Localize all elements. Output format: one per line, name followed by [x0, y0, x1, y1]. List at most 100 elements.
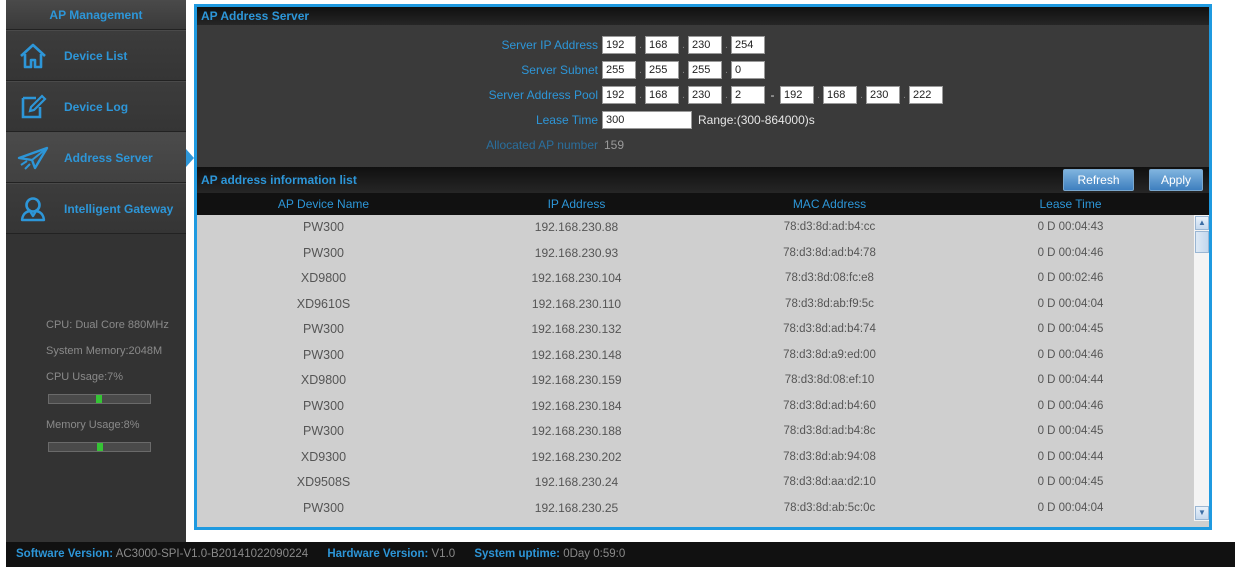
allocated-row: Allocated AP number 159 [197, 135, 624, 155]
ip-dot: . [682, 89, 685, 101]
table-row[interactable]: PW300 192.168.230.88 78:d3:8d:ad:b4:cc 0 D … [197, 215, 1209, 241]
cell-mac-address: 78:d3:8d:ad:b4:74 [783, 323, 876, 335]
lease-time-input[interactable]: 300 [602, 111, 692, 129]
cell-ip-address: 192.168.230.110 [531, 296, 622, 311]
system-stats: CPU: Dual Core 880MHz System Memory:2048… [6, 312, 186, 460]
cell-lease-time: 0 D 00:04:45 [1037, 323, 1104, 335]
cell-ip-address: 192.168.230.24 [534, 475, 619, 489]
cpu-usage-meter [48, 394, 151, 404]
table-row[interactable]: XD9300 192.168.230.202 78:d3:8d:ab:94:08 0 … [197, 445, 1209, 471]
table-row[interactable]: PW300 192.168.230.184 78:d3:8d:ad:b4:60 0 D… [197, 394, 1209, 420]
active-indicator-arrow [186, 149, 194, 167]
server-ip-row: Server IP Address 192. 168. 230. 254 [197, 35, 765, 55]
table-scrollbar[interactable]: ▲ ▼ [1193, 215, 1209, 521]
pool-start-octet-1[interactable]: 192 [602, 86, 636, 104]
pool-start-octet-2[interactable]: 168 [645, 86, 679, 104]
lease-range-hint: Range:(300-864000)s [698, 113, 815, 127]
cell-ip-address: 192.168.230.202 [531, 449, 622, 464]
pool-end-octet-1[interactable]: 192 [780, 86, 814, 104]
table-row[interactable]: XD9508S 192.168.230.24 78:d3:8d:aa:d2:10 0 … [197, 470, 1209, 496]
memory-usage-meter [48, 442, 151, 452]
sidebar-title: AP Management [6, 0, 186, 30]
server-subnet-row: Server Subnet 255. 255. 255. 0 [197, 60, 765, 80]
sidebar-item-address-server[interactable]: Address Server [6, 132, 194, 183]
table-row[interactable]: XD9800 192.168.230.159 78:d3:8d:08:ef:10 0 … [197, 368, 1209, 394]
lease-time-label: Lease Time [535, 113, 598, 127]
list-header-bar: AP address information list Refresh Appl… [197, 167, 1209, 193]
allocated-label: Allocated AP number [486, 138, 598, 152]
refresh-button[interactable]: Refresh [1063, 169, 1134, 191]
hardware-version-label: Hardware Version: [327, 548, 429, 560]
cell-ip-address: 192.168.230.132 [531, 322, 622, 336]
table-header: AP Device Name IP Address MAC Address Le… [197, 193, 1209, 215]
subnet-octet-4[interactable]: 0 [731, 61, 765, 79]
column-header-device-name[interactable]: AP Device Name [197, 193, 450, 215]
server-ip-label: Server IP Address [501, 38, 599, 52]
table-row[interactable]: PW300 192.168.230.188 78:d3:8d:ad:b4:8c 0 D… [197, 419, 1209, 445]
ip-dot: . [725, 39, 728, 51]
subnet-octet-2[interactable]: 255 [645, 61, 679, 79]
subnet-octet-1[interactable]: 255 [602, 61, 636, 79]
server-settings-form: Server IP Address 192. 168. 230. 254 Ser… [197, 25, 1209, 167]
pool-end-octet-4[interactable]: 222 [909, 86, 943, 104]
edit-icon [12, 87, 54, 127]
cpu-usage-label: CPU Usage:7% [46, 371, 124, 383]
cell-mac-address: 78:d3:8d:ad:b4:78 [783, 246, 876, 259]
table-row[interactable]: XD9800 192.168.230.104 78:d3:8d:08:fc:e8 0 … [197, 266, 1209, 292]
cell-mac-address: 78:d3:8d:aa:d2:10 [783, 476, 876, 488]
home-icon [12, 36, 54, 76]
sidebar-item-device-list[interactable]: Device List [6, 30, 186, 81]
pool-start-octet-3[interactable]: 230 [688, 86, 722, 104]
status-bar: Software Version: AC3000-SPI-V1.0-B20141… [6, 542, 1235, 567]
server-ip-octet-1[interactable]: 192 [602, 36, 636, 54]
cell-ip-address: 192.168.230.93 [534, 245, 619, 260]
ip-dot: . [817, 89, 820, 101]
scroll-down-button[interactable]: ▼ [1195, 506, 1209, 520]
scroll-up-button[interactable]: ▲ [1195, 216, 1209, 230]
ap-table-rows: PW300 192.168.230.88 78:d3:8d:ad:b4:cc 0 D … [197, 215, 1209, 521]
cell-mac-address: 78:d3:8d:ad:b4:8c [783, 425, 876, 437]
ip-dot: . [639, 39, 642, 51]
cell-lease-time: 0 D 00:04:04 [1037, 501, 1104, 514]
server-ip-octet-2[interactable]: 168 [645, 36, 679, 54]
cell-ip-address: 192.168.230.88 [534, 220, 619, 234]
sidebar-item-device-log[interactable]: Device Log [6, 81, 186, 132]
server-ip-octet-4[interactable]: 254 [731, 36, 765, 54]
apply-button[interactable]: Apply [1149, 169, 1203, 191]
cpu-usage-fill [96, 395, 102, 403]
user-icon [12, 189, 54, 229]
pool-separator: - [770, 88, 775, 102]
cell-device-name: PW300 [303, 398, 344, 413]
table-row[interactable]: PW300 192.168.230.93 78:d3:8d:ad:b4:78 0 D … [197, 241, 1209, 267]
address-pool-label: Server Address Pool [488, 88, 598, 102]
pool-start-octet-4[interactable]: 2 [731, 86, 765, 104]
lease-time-row: Lease Time 300 Range:(300-864000)s [197, 110, 815, 130]
cell-lease-time: 0 D 00:04:44 [1037, 374, 1104, 386]
cpu-info: CPU: Dual Core 880MHz [46, 319, 169, 331]
cell-lease-time: 0 D 00:02:46 [1037, 272, 1104, 284]
ip-dot: . [682, 39, 685, 51]
pool-end-octet-3[interactable]: 230 [866, 86, 900, 104]
column-header-mac[interactable]: MAC Address [703, 193, 956, 215]
cell-mac-address: 78:d3:8d:ab:f9:5c [785, 297, 874, 310]
uptime-label: System uptime: [474, 548, 560, 560]
cell-device-name: PW300 [303, 245, 344, 260]
table-row[interactable]: XD9610S 192.168.230.110 78:d3:8d:ab:f9:5c 0… [197, 292, 1209, 318]
ip-dot: . [639, 64, 642, 76]
server-ip-octet-3[interactable]: 230 [688, 36, 722, 54]
table-row[interactable]: PW300 192.168.230.132 78:d3:8d:ad:b4:74 0 D… [197, 317, 1209, 343]
table-row[interactable]: PW300 192.168.230.25 78:d3:8d:ab:5c:0c 0 D … [197, 496, 1209, 522]
column-header-ip[interactable]: IP Address [450, 193, 703, 215]
memory-usage-fill [97, 443, 103, 451]
address-pool-row: Server Address Pool 192. 168. 230. 2 - 1… [197, 85, 943, 105]
subnet-octet-3[interactable]: 255 [688, 61, 722, 79]
scroll-thumb[interactable] [1195, 231, 1209, 253]
cell-device-name: PW300 [303, 500, 344, 515]
table-row[interactable]: PW300 192.168.230.148 78:d3:8d:a9:ed:00 0 D… [197, 343, 1209, 369]
pool-end-octet-2[interactable]: 168 [823, 86, 857, 104]
sidebar-item-intelligent-gateway[interactable]: Intelligent Gateway [6, 183, 186, 234]
cell-device-name: XD9800 [300, 373, 347, 387]
column-header-lease[interactable]: Lease Time [956, 193, 1185, 215]
ip-dot: . [725, 89, 728, 101]
memory-usage-label: Memory Usage:8% [46, 419, 140, 431]
